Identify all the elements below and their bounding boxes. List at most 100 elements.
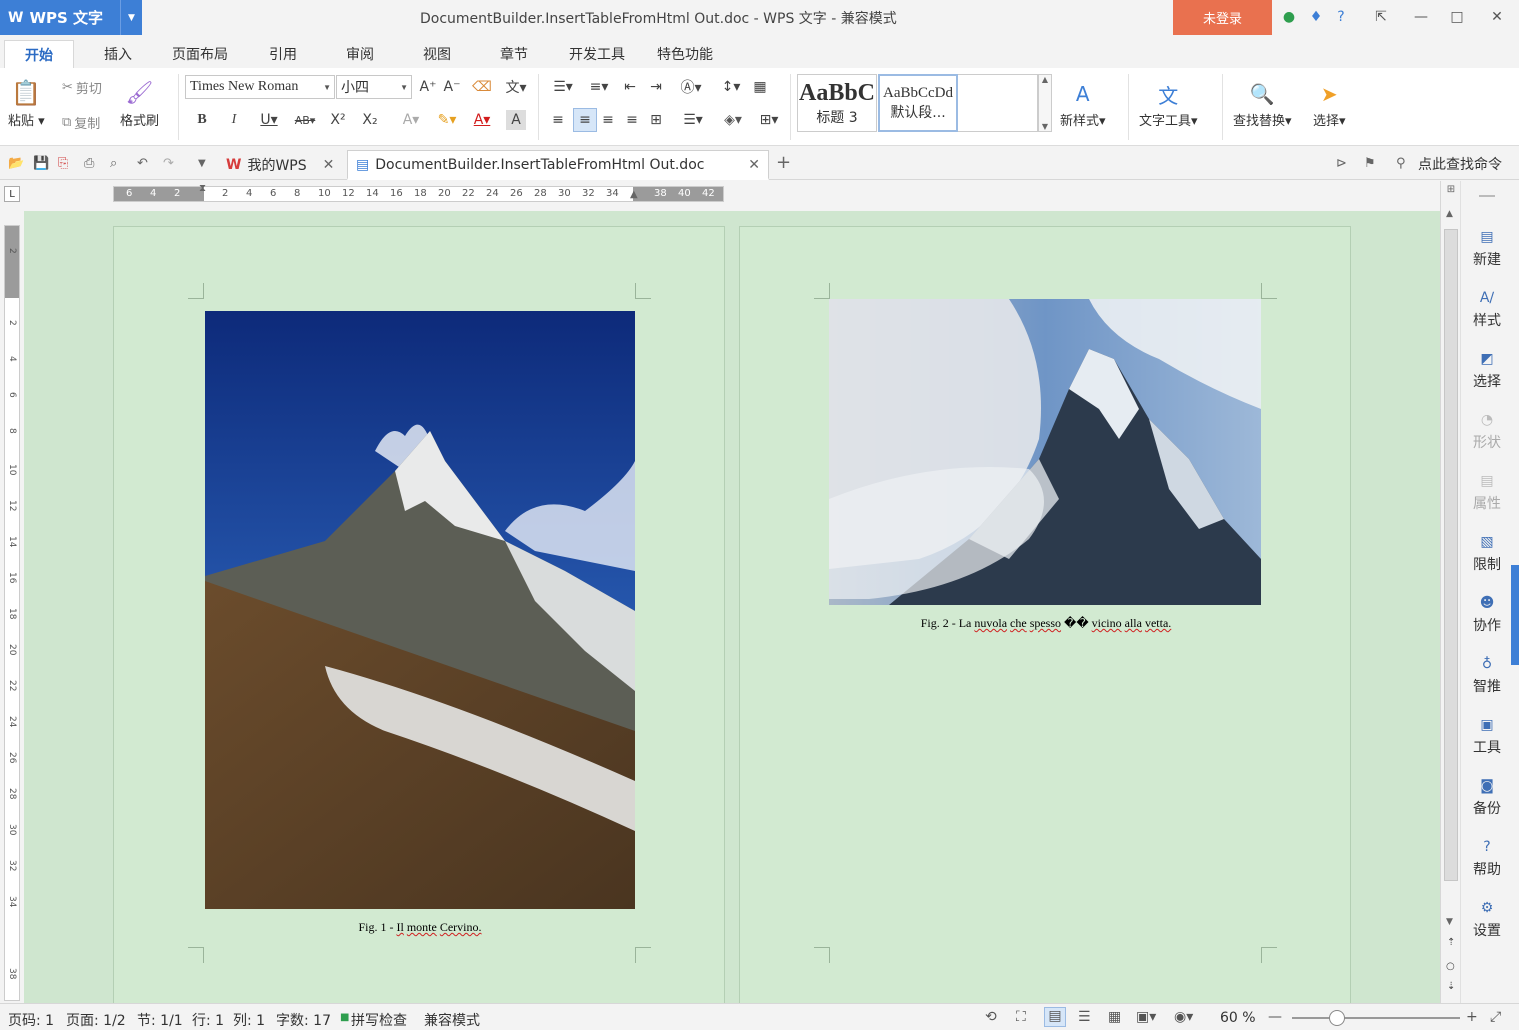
horizontal-ruler[interactable]: 6 4 2 2 4 6 8 10 12 14 16 18 20 22 24 26 28 30 32 34 38 40 42 …	[113, 183, 724, 205]
side-help[interactable]: ? 帮助	[1461, 839, 1513, 879]
status-page-num[interactable]: 页码: 1	[8, 1010, 54, 1030]
paste-button[interactable]: 📋 粘贴 ▾	[8, 76, 45, 129]
zoom-out-icon[interactable]: —	[1268, 1009, 1282, 1025]
shading-icon[interactable]: ◈▾	[716, 110, 750, 130]
side-property[interactable]: ▤ 属性	[1461, 473, 1513, 513]
chevron-down-icon[interactable]: ▼	[1446, 917, 1453, 927]
next-page-icon[interactable]: ⇣	[1447, 981, 1455, 992]
pane-grip[interactable]	[1479, 195, 1495, 197]
chevron-down-icon[interactable]: ▼	[120, 0, 142, 35]
fullscreen-icon[interactable]: ⛶	[1016, 1009, 1026, 1025]
status-section[interactable]: 节: 1/1	[137, 1010, 183, 1030]
tab-developer[interactable]: 开发工具	[560, 40, 634, 68]
side-backup[interactable]: ◙ 备份	[1461, 778, 1513, 818]
font-size-select[interactable]: 小四 ▼	[336, 75, 412, 99]
login-button[interactable]: 未登录	[1173, 0, 1272, 35]
app-menu-button[interactable]: W WPS 文字 ▼	[0, 0, 142, 35]
save-icon[interactable]: 💾	[33, 156, 49, 171]
side-new[interactable]: ▤ 新建	[1461, 229, 1513, 269]
status-line[interactable]: 行: 1	[192, 1010, 224, 1030]
justify-icon[interactable]: ≡	[622, 110, 642, 130]
matterhorn-photo[interactable]	[205, 311, 635, 909]
chevron-up-icon[interactable]: ▲	[1042, 75, 1048, 84]
minimize-icon[interactable]: —	[1412, 8, 1430, 26]
sort-icon[interactable]: ↕▾	[716, 77, 746, 97]
export-pdf-icon[interactable]: ⎘	[58, 156, 68, 171]
close-icon[interactable]: ✕	[748, 157, 760, 173]
chevron-down-icon[interactable]: ▼	[198, 158, 206, 169]
align-left-icon[interactable]: ≡	[548, 110, 568, 130]
numbered-list-icon[interactable]: ≡▾	[582, 77, 616, 97]
highlight-icon[interactable]: ✎▾	[430, 110, 464, 130]
outline-view-icon[interactable]: ☰	[1078, 1009, 1091, 1025]
print-preview-icon[interactable]: ⌕	[110, 156, 117, 171]
strikethrough-icon[interactable]: AB▾	[290, 110, 320, 130]
pinyin-icon[interactable]: 文▾	[502, 77, 530, 97]
tab-special[interactable]: 特色功能	[648, 40, 722, 68]
share-icon[interactable]: ⚑	[1364, 156, 1376, 171]
side-select[interactable]: ◩ 选择	[1461, 351, 1513, 391]
side-style[interactable]: A∕ 样式	[1461, 290, 1513, 330]
restore-layout-icon[interactable]: ⇱	[1372, 8, 1390, 26]
style-heading3[interactable]: AaBbC 标题 3	[797, 74, 877, 132]
bullet-list-icon[interactable]: ☰▾	[546, 77, 580, 97]
scrollbar-thumb[interactable]	[1444, 229, 1458, 881]
chevron-down-icon[interactable]: ▼	[1042, 122, 1048, 131]
prev-page-icon[interactable]: ⇡	[1447, 937, 1455, 948]
tab-view[interactable]: 视图	[409, 40, 465, 68]
decrease-indent-icon[interactable]: ⇤	[620, 77, 640, 97]
style-gallery-scroll[interactable]: ▲ ▼	[1038, 74, 1052, 132]
bold-icon[interactable]: B	[192, 110, 212, 130]
clear-format-icon[interactable]: ⌫	[472, 77, 492, 97]
tab-insert[interactable]: 插入	[90, 40, 146, 68]
tab-document[interactable]: ▤ DocumentBuilder.InsertTableFromHtml Ou…	[347, 150, 769, 180]
search-icon[interactable]: ⚲	[1396, 156, 1406, 171]
page-view-icon[interactable]: ▤	[1044, 1007, 1066, 1027]
print-icon[interactable]: ⎙	[84, 156, 94, 171]
tab-chapter[interactable]: 章节	[486, 40, 542, 68]
new-tab-icon[interactable]: +	[776, 152, 791, 173]
italic-icon[interactable]: I	[224, 110, 244, 130]
browse-object-icon[interactable]: ○	[1446, 961, 1455, 972]
copy-button[interactable]: ⧉ 复制	[62, 113, 100, 132]
superscript-icon[interactable]: X²	[328, 110, 348, 130]
vertical-scrollbar[interactable]: ⊞ ▲ ▼ ⇡ ○ ⇣	[1440, 181, 1460, 1003]
distribute-icon[interactable]: ⊞	[646, 110, 666, 130]
command-search[interactable]: 点此查找命令	[1418, 154, 1502, 174]
side-settings[interactable]: ⚙ 设置	[1461, 900, 1513, 940]
select-button[interactable]: ➤ 选择▾	[1313, 78, 1346, 129]
reading-view-icon[interactable]: ▣▾	[1136, 1009, 1156, 1025]
redo-icon[interactable]: ↷	[163, 156, 174, 171]
zoom-level[interactable]: 60 %	[1220, 1010, 1256, 1026]
vertical-ruler[interactable]: 2 2 4 6 8 10 12 14 16 18 20 22 24 26 28 30 32 34 38	[4, 225, 20, 1001]
side-recommend[interactable]: ♁ 智推	[1461, 656, 1513, 696]
text-effect-icon[interactable]: A▾	[396, 110, 426, 130]
zoom-slider-track[interactable]	[1292, 1017, 1460, 1019]
tab-home[interactable]: 开始	[4, 40, 74, 68]
document-page-1[interactable]: Fig. 1 - Il monte Cervino.	[113, 226, 725, 1003]
tab-page-layout[interactable]: 页面布局	[163, 40, 237, 68]
tab-references[interactable]: 引用	[255, 40, 311, 68]
increase-indent-icon[interactable]: ⇥	[646, 77, 666, 97]
fit-window-icon[interactable]: ⤢	[1490, 1009, 1501, 1025]
side-restrict[interactable]: ▧ 限制	[1461, 534, 1513, 574]
underline-icon[interactable]: U▾	[254, 110, 284, 130]
undo-icon[interactable]: ↶	[137, 156, 148, 171]
table-grid-icon[interactable]: ▦	[750, 77, 770, 97]
revision-icon[interactable]: ⟲	[985, 1009, 997, 1025]
zoom-in-icon[interactable]: +	[1466, 1009, 1478, 1025]
document-page-2[interactable]: Fig. 2 - La nuvola che spesso �� vicino …	[739, 226, 1351, 1003]
line-spacing-icon[interactable]: ☰▾	[676, 110, 710, 130]
zoom-slider-handle[interactable]	[1329, 1010, 1345, 1026]
side-shape[interactable]: ◔ 形状	[1461, 412, 1513, 452]
shrink-font-icon[interactable]: A⁻	[442, 77, 462, 97]
web-view-icon[interactable]: ▦	[1108, 1009, 1121, 1025]
cut-button[interactable]: ✂ 剪切	[62, 78, 102, 97]
status-pages[interactable]: 页面: 1/2	[66, 1010, 126, 1030]
status-spell-check[interactable]: 拼写检查	[351, 1010, 407, 1030]
eye-protect-icon[interactable]: ◉▾	[1174, 1009, 1193, 1025]
font-color-icon[interactable]: A▾	[466, 110, 498, 130]
subscript-icon[interactable]: X₂	[360, 110, 380, 130]
align-center-icon[interactable]: ≡	[573, 108, 597, 132]
indent-marker[interactable]: ⧗	[199, 183, 209, 205]
